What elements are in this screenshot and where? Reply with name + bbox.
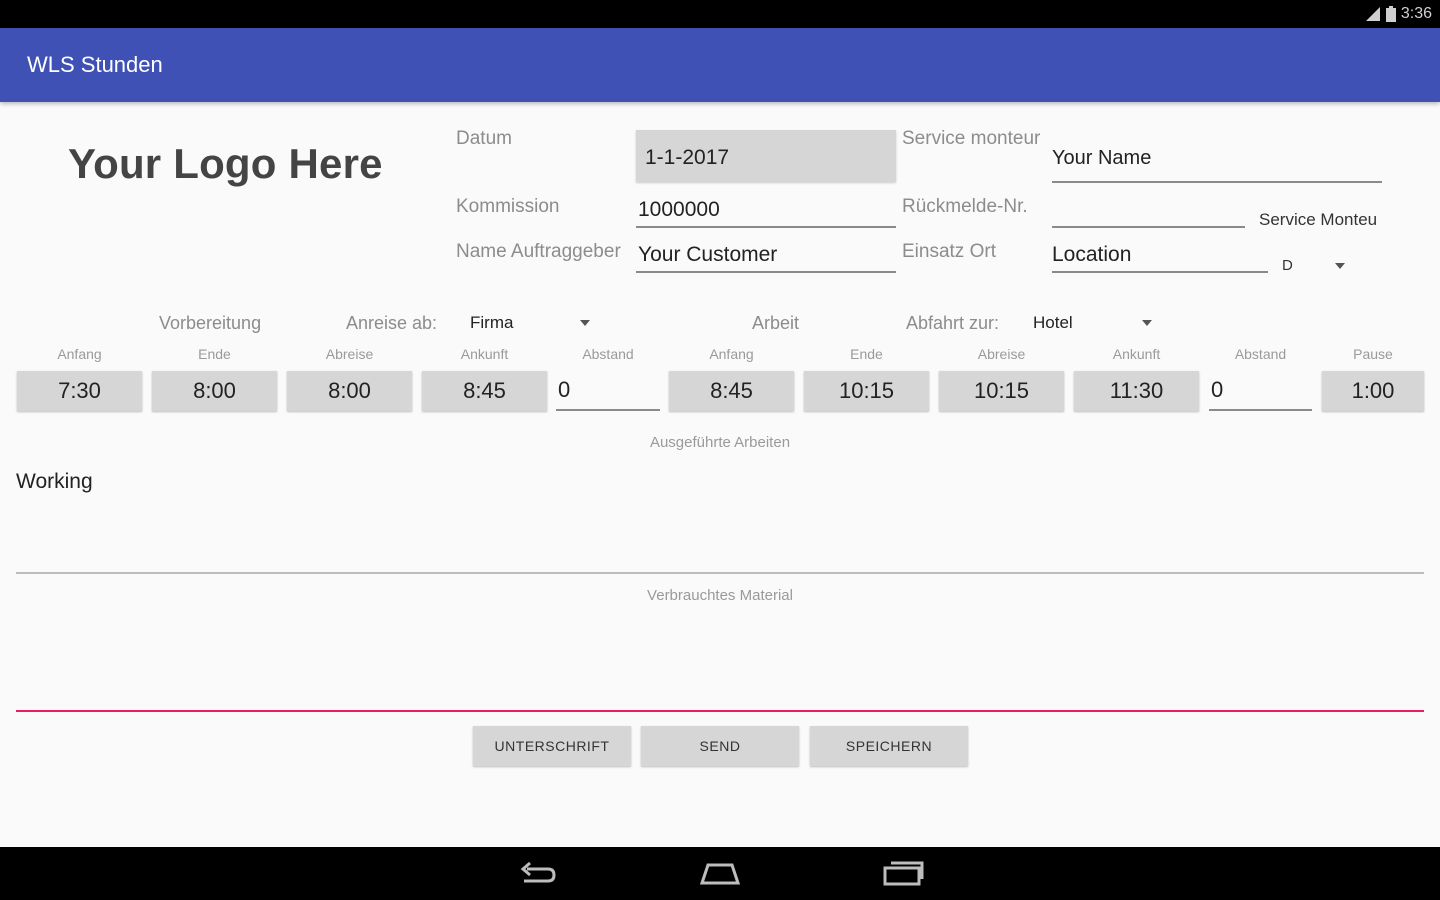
send-button[interactable]: SEND (641, 726, 799, 766)
col-label-abstand: Abstand (582, 346, 634, 362)
abfahrt-value: Hotel (1033, 313, 1073, 332)
arbeit-label: Arbeit (752, 313, 800, 333)
time-button[interactable]: 11:30 (1074, 371, 1199, 411)
status-bar: 3:36 (0, 0, 1440, 28)
anreise-label: Anreise ab: (346, 313, 438, 333)
chevron-down-icon (580, 320, 590, 326)
pause-button[interactable]: 1:00 (1322, 371, 1424, 411)
chevron-down-icon (1142, 320, 1152, 326)
arbeiten-label: Ausgeführte Arbeiten (649, 434, 791, 451)
col-label-pause: Pause (1353, 346, 1393, 362)
material-input[interactable] (16, 615, 1424, 712)
col-label-abreise: Abreise (977, 346, 1026, 362)
kommission-field[interactable]: 1000000 (636, 194, 896, 228)
unterschrift-button[interactable]: UNTERSCHRIFT (473, 726, 631, 766)
arbeiten-value: Working (16, 470, 93, 493)
back-icon[interactable] (518, 861, 558, 887)
auftraggeber-value: Your Customer (638, 243, 778, 266)
kommission-value: 1000000 (638, 198, 720, 221)
abfahrt-label: Abfahrt zur: (906, 313, 1000, 333)
signal-icon (1365, 7, 1380, 21)
datum-label: Datum (456, 128, 512, 149)
battery-icon (1385, 6, 1396, 22)
datum-field[interactable]: 1-1-2017 (636, 130, 896, 182)
nav-bar (0, 847, 1440, 900)
chevron-down-icon (1335, 263, 1345, 269)
time-button[interactable]: 8:45 (422, 371, 547, 411)
col-label-anfang: Anfang (57, 346, 102, 362)
auftraggeber-label: Name Auftraggeber (456, 241, 621, 262)
arbeiten-input[interactable]: Working (16, 464, 1424, 574)
time-button[interactable]: 8:00 (287, 371, 412, 411)
time-button[interactable]: 7:30 (17, 371, 142, 411)
col-label-ende: Ende (198, 346, 231, 362)
monteur-value: Your Name (1052, 147, 1152, 169)
einsatz-field[interactable]: Location (1052, 239, 1268, 273)
datum-value: 1-1-2017 (645, 146, 730, 169)
col-label-abreise: Abreise (325, 346, 374, 362)
app-bar: WLS Stunden (0, 28, 1440, 102)
rueckmelde-label: Rückmelde-Nr. (902, 196, 1028, 217)
status-time: 3:36 (1400, 5, 1432, 22)
monteur-label: Service monteur (902, 128, 1041, 149)
col-label-ankunft: Ankunft (460, 346, 509, 362)
einsatz-value: Location (1052, 243, 1132, 266)
time-button[interactable]: 10:15 (804, 371, 929, 411)
status-icons: 3:36 (1365, 3, 1432, 25)
abstand-input[interactable]: 0 (1209, 371, 1312, 411)
time-button[interactable]: 10:15 (939, 371, 1064, 411)
auftraggeber-field[interactable]: Your Customer (636, 239, 896, 273)
country-value: D (1282, 257, 1293, 274)
country-spinner[interactable]: D (1280, 252, 1350, 278)
vorbereitung-label: Vorbereitung (159, 313, 262, 333)
monteur-field[interactable]: Your Name (1052, 144, 1382, 183)
home-icon[interactable] (698, 861, 742, 887)
col-label-abstand: Abstand (1234, 346, 1287, 362)
kommission-label: Kommission (456, 196, 560, 217)
logo: Your Logo Here (68, 140, 383, 187)
recents-icon[interactable] (882, 859, 926, 887)
material-label: Verbrauchtes Material (647, 587, 793, 604)
time-button[interactable]: 8:00 (152, 371, 277, 411)
col-label-ankunft: Ankunft (1112, 346, 1161, 362)
app-title: WLS Stunden (27, 52, 163, 77)
col-label-ende: Ende (850, 346, 883, 362)
anreise-value: Firma (470, 313, 514, 332)
rueckmelde-field[interactable] (1052, 196, 1245, 228)
abstand-input[interactable]: 0 (556, 371, 660, 411)
speichern-button[interactable]: SPEICHERN (810, 726, 968, 766)
abfahrt-spinner[interactable]: Hotel (1028, 308, 1160, 338)
col-label-anfang: Anfang (709, 346, 754, 362)
einsatz-label: Einsatz Ort (902, 241, 996, 262)
anreise-spinner[interactable]: Firma (464, 308, 596, 338)
time-button[interactable]: 8:45 (669, 371, 794, 411)
service-monteur-hint: Service Monteu (1259, 210, 1378, 229)
